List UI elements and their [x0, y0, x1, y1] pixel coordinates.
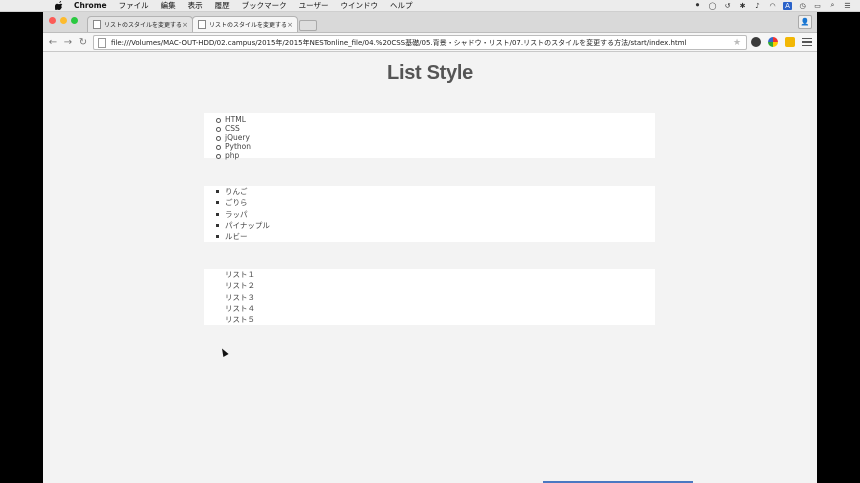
new-tab-button[interactable]: [299, 20, 317, 31]
menu-bar: Chrome ファイル 編集 表示 履歴 ブックマーク ユーザー ウインドウ ヘ…: [0, 0, 860, 12]
minimize-window-button[interactable]: [60, 17, 67, 24]
square-bullet-icon: [216, 212, 219, 216]
extension-folder-icon[interactable]: [785, 37, 795, 47]
list-square-box: りんご ごりら ラッパ パイナップル ルビー: [204, 186, 655, 242]
back-icon[interactable]: ←: [47, 36, 59, 48]
menu-file[interactable]: ファイル: [119, 0, 149, 11]
circle-bullet-icon: [216, 127, 221, 132]
list-item: リスト５: [225, 315, 255, 325]
list-item: リスト２: [225, 281, 255, 291]
input-source-icon[interactable]: A: [783, 1, 792, 10]
list-circle-box: HTML CSS jQuery Python php: [204, 113, 655, 160]
mouse-cursor-icon: [219, 347, 229, 357]
bookmark-star-icon[interactable]: ★: [733, 38, 743, 48]
list-item: りんご: [204, 186, 655, 197]
cloud-icon[interactable]: ◯: [708, 2, 717, 10]
square-bullet-icon: [216, 223, 219, 227]
volume-icon[interactable]: ♪: [753, 2, 762, 10]
unmarked-list: リスト１ リスト２ リスト３ リスト４ リスト５: [204, 269, 655, 325]
tab-title: リストのスタイルを変更する: [104, 22, 181, 29]
circle-bullet-icon: [216, 118, 221, 123]
apple-icon[interactable]: [54, 1, 64, 11]
menu-bookmarks[interactable]: ブックマーク: [242, 0, 287, 11]
status-icons: ⏺ ◯ ↺ ✱ ♪ ◠ A ◷ ▭ ⌕ ☰: [693, 0, 852, 11]
list-item: ラッパ: [204, 209, 655, 220]
list-item: Python: [204, 142, 655, 151]
list-item: リスト４: [225, 303, 255, 313]
menu-edit[interactable]: 編集: [161, 0, 176, 11]
browser-toolbar: ← → ↻ file:///Volumes/MAC-OUT-HDD/02.cam…: [43, 33, 817, 52]
menu-app-name[interactable]: Chrome: [74, 1, 107, 10]
address-bar[interactable]: file:///Volumes/MAC-OUT-HDD/02.campus/20…: [93, 35, 747, 50]
page-icon: [98, 37, 106, 48]
menu-history[interactable]: 履歴: [215, 0, 230, 11]
profile-icon[interactable]: 👤: [798, 15, 812, 29]
list-item: ごりら: [204, 197, 655, 208]
square-bullet-icon: [216, 201, 219, 205]
browser-window: リストのスタイルを変更する × リストのスタイルを変更する × 👤 ← → ↻ …: [43, 12, 817, 483]
zoom-window-button[interactable]: [71, 17, 78, 24]
menu-window[interactable]: ウインドウ: [340, 0, 378, 11]
list-item: CSS: [204, 124, 655, 133]
menu-people[interactable]: ユーザー: [299, 0, 329, 11]
list-item: jQuery: [204, 133, 655, 142]
time-machine-icon[interactable]: ↺: [723, 2, 732, 10]
page-icon: [198, 20, 206, 29]
record-icon[interactable]: ⏺: [693, 1, 702, 10]
tab-title: リストのスタイルを変更する: [209, 22, 286, 29]
tab-1[interactable]: リストのスタイルを変更する ×: [87, 16, 193, 32]
close-tab-icon[interactable]: ×: [181, 21, 189, 29]
extension-colorful-icon[interactable]: [768, 37, 778, 47]
page-icon: [93, 20, 101, 29]
list-none-box: リスト１ リスト２ リスト３ リスト４ リスト５: [204, 269, 655, 325]
list-item: リスト３: [225, 292, 255, 302]
extension-speedometer-icon[interactable]: [751, 37, 761, 47]
page-title: List Style: [387, 62, 473, 84]
wifi-icon[interactable]: ◠: [768, 2, 777, 10]
circle-bullet-icon: [216, 154, 221, 159]
forward-icon[interactable]: →: [62, 36, 74, 48]
close-window-button[interactable]: [49, 17, 56, 24]
square-bullet-icon: [216, 190, 219, 193]
circle-bullet-icon: [216, 136, 221, 141]
close-tab-icon[interactable]: ×: [286, 21, 294, 29]
reload-icon[interactable]: ↻: [77, 36, 89, 48]
tab-2-active[interactable]: リストのスタイルを変更する ×: [192, 16, 298, 32]
list-item: パイナップル: [204, 220, 655, 231]
page-viewport: List Style HTML CSS jQuery Python php りん…: [43, 52, 817, 483]
url-text[interactable]: file:///Volumes/MAC-OUT-HDD/02.campus/20…: [111, 38, 733, 48]
menu-view[interactable]: 表示: [188, 0, 203, 11]
tab-strip: リストのスタイルを変更する × リストのスタイルを変更する × 👤: [43, 12, 817, 33]
notification-center-icon[interactable]: ☰: [843, 2, 852, 10]
chrome-menu-icon[interactable]: [802, 36, 812, 48]
square-list: りんご ごりら ラッパ パイナップル ルビー: [204, 186, 655, 242]
list-item: php: [204, 151, 655, 160]
list-item: ルビー: [204, 231, 655, 242]
clock-icon[interactable]: ◷: [798, 2, 807, 10]
bluetooth-icon[interactable]: ✱: [738, 2, 747, 10]
square-bullet-icon: [216, 235, 219, 239]
battery-icon[interactable]: ▭: [813, 2, 822, 10]
menu-help[interactable]: ヘルプ: [390, 0, 413, 11]
spotlight-icon[interactable]: ⌕: [828, 1, 837, 10]
circle-bullet-icon: [216, 145, 221, 150]
list-item: リスト１: [225, 270, 255, 279]
list-item: HTML: [204, 115, 655, 124]
circle-list: HTML CSS jQuery Python php: [204, 113, 655, 160]
